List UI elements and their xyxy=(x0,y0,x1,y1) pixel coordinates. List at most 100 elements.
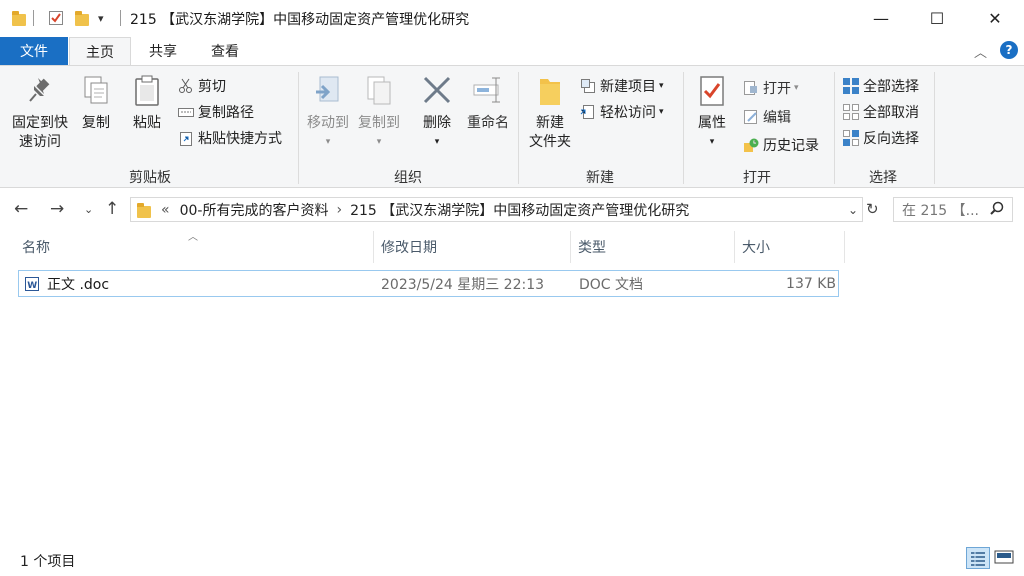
address-dropdown-icon[interactable]: ⌄ xyxy=(848,203,858,217)
breadcrumb-separator-icon[interactable]: › xyxy=(336,202,342,218)
search-placeholder: 在 215 【... xyxy=(902,202,979,219)
edit-label: 编辑 xyxy=(763,110,791,126)
column-divider[interactable] xyxy=(373,231,374,263)
forward-arrow-icon[interactable]: → xyxy=(50,199,64,219)
history-button[interactable]: 历史记录 xyxy=(743,134,819,156)
file-type: DOC 文档 xyxy=(579,276,644,293)
title-bar: ▾ 215 【武汉东湖学院】中国移动固定资产管理优化研究 — ☐ ✕ xyxy=(0,0,1024,37)
new-item-icon xyxy=(580,78,596,94)
copy-to-button[interactable]: 复制到 ▾ xyxy=(355,74,403,152)
move-to-label: 移动到 xyxy=(307,115,349,131)
address-bar[interactable]: « 00-所有完成的客户资料 › 215 【武汉东湖学院】中国移动固定资产管理优… xyxy=(130,197,863,222)
folder-icon xyxy=(137,202,151,218)
maximize-button[interactable]: ☐ xyxy=(914,0,960,36)
column-divider[interactable] xyxy=(734,231,735,263)
paste-shortcut-button[interactable]: 粘贴快捷方式 xyxy=(178,127,282,149)
easy-access-icon xyxy=(580,104,596,120)
column-header-size[interactable]: 大小 xyxy=(738,231,844,263)
edit-pencil-icon xyxy=(743,109,759,125)
delete-label: 删除 xyxy=(423,115,451,131)
rename-button[interactable]: 重命名 xyxy=(463,74,513,133)
paste-icon xyxy=(131,74,163,108)
easy-access-label: 轻松访问 xyxy=(600,105,656,121)
recent-locations-chevron-icon[interactable]: ⌄ xyxy=(84,203,93,216)
new-item-button[interactable]: 新建项目 ▾ xyxy=(580,75,664,97)
overflow-chevron[interactable]: « xyxy=(161,202,170,218)
easy-access-button[interactable]: 轻松访问 ▾ xyxy=(580,101,664,123)
select-none-button[interactable]: 全部取消 xyxy=(843,101,919,123)
ribbon-tabs: 文件 主页 共享 查看 ︿ ? xyxy=(0,37,1024,65)
large-icons-view-icon[interactable] xyxy=(993,547,1017,569)
move-to-button[interactable]: 移动到 ▾ xyxy=(304,74,352,152)
tab-share[interactable]: 共享 xyxy=(134,37,192,65)
file-modified-date: 2023/5/24 星期三 22:13 xyxy=(381,276,545,293)
tab-file[interactable]: 文件 xyxy=(0,37,68,65)
new-group-label: 新建 xyxy=(586,170,614,186)
tab-view[interactable]: 查看 xyxy=(196,37,254,65)
help-icon[interactable]: ? xyxy=(1000,41,1018,59)
move-to-icon xyxy=(312,74,344,108)
select-group-label: 选择 xyxy=(869,170,897,186)
table-row[interactable]: W 正文 .doc 2023/5/24 星期三 22:13 DOC 文档 137… xyxy=(18,270,839,297)
properties-icon[interactable] xyxy=(48,10,64,26)
select-none-icon xyxy=(843,104,859,120)
up-arrow-icon[interactable]: ↑ xyxy=(105,199,119,219)
select-all-label: 全部选择 xyxy=(863,79,919,95)
column-divider[interactable] xyxy=(844,231,845,263)
group-divider xyxy=(683,72,684,184)
organize-group-label: 组织 xyxy=(394,170,422,186)
details-view-icon[interactable] xyxy=(966,547,990,569)
pin-to-quick-access-button[interactable]: 固定到快 速访问 xyxy=(6,74,74,152)
properties-button[interactable]: 属性 ▾ xyxy=(692,74,732,152)
column-divider[interactable] xyxy=(570,231,571,263)
customize-toolbar-icon[interactable]: ▾ xyxy=(98,12,114,28)
breadcrumb-item[interactable]: 00-所有完成的客户资料 xyxy=(180,200,329,220)
word-document-icon: W xyxy=(24,271,40,296)
copy-path-label: 复制路径 xyxy=(198,105,254,121)
paste-shortcut-label: 粘贴快捷方式 xyxy=(198,131,282,147)
invert-selection-button[interactable]: 反向选择 xyxy=(843,127,919,149)
pin-label-line2: 速访问 xyxy=(19,134,61,150)
breadcrumb-item[interactable]: 215 【武汉东湖学院】中国移动固定资产管理优化研究 xyxy=(350,200,689,220)
column-header-name[interactable]: 名称 xyxy=(18,231,373,263)
copy-path-button[interactable]: 复制路径 xyxy=(178,101,254,123)
file-name[interactable]: 正文 .doc xyxy=(47,271,109,296)
column-header-type[interactable]: 类型 xyxy=(574,231,734,263)
delete-x-icon xyxy=(421,74,453,108)
close-button[interactable]: ✕ xyxy=(972,0,1018,36)
history-icon xyxy=(743,137,759,153)
copy-button[interactable]: 复制 xyxy=(78,74,114,133)
paste-label: 粘贴 xyxy=(133,115,161,131)
copy-label: 复制 xyxy=(82,115,110,131)
ribbon: 固定到快 速访问 复制 粘贴 剪切 复制路径 粘贴快捷方式 剪贴板 移动到 ▾ xyxy=(0,65,1024,188)
new-folder-label-line2: 文件夹 xyxy=(529,134,571,150)
paste-button[interactable]: 粘贴 xyxy=(128,74,166,133)
open-button[interactable]: 打开 ▾ xyxy=(743,77,799,99)
clipboard-group-label: 剪贴板 xyxy=(129,170,171,186)
cut-button[interactable]: 剪切 xyxy=(178,75,226,97)
minimize-button[interactable]: — xyxy=(858,0,904,36)
open-label: 打开 xyxy=(763,81,791,97)
folder-icon xyxy=(12,10,28,26)
edit-button[interactable]: 编辑 xyxy=(743,106,791,128)
open-icon xyxy=(743,80,759,96)
new-folder-icon[interactable] xyxy=(75,10,91,26)
properties-checklist-icon xyxy=(696,74,728,108)
refresh-icon[interactable]: ↻ xyxy=(866,200,879,218)
collapse-ribbon-icon[interactable]: ︿ xyxy=(974,42,987,61)
new-folder-label-line1: 新建 xyxy=(536,115,564,131)
rename-icon xyxy=(472,74,504,108)
group-divider xyxy=(934,72,935,184)
select-all-button[interactable]: 全部选择 xyxy=(843,75,919,97)
search-input[interactable]: 在 215 【... xyxy=(893,197,1013,222)
delete-button[interactable]: 删除 ▾ xyxy=(418,74,456,152)
group-divider xyxy=(518,72,519,184)
column-header-date[interactable]: 修改日期 xyxy=(377,231,570,263)
copy-to-icon xyxy=(363,74,395,108)
open-group-label: 打开 xyxy=(743,170,771,186)
back-arrow-icon[interactable]: ← xyxy=(14,199,28,219)
properties-label: 属性 xyxy=(698,115,726,131)
tab-home[interactable]: 主页 xyxy=(69,37,131,65)
new-folder-button[interactable]: 新建 文件夹 xyxy=(524,74,576,152)
svg-text:W: W xyxy=(27,281,37,291)
